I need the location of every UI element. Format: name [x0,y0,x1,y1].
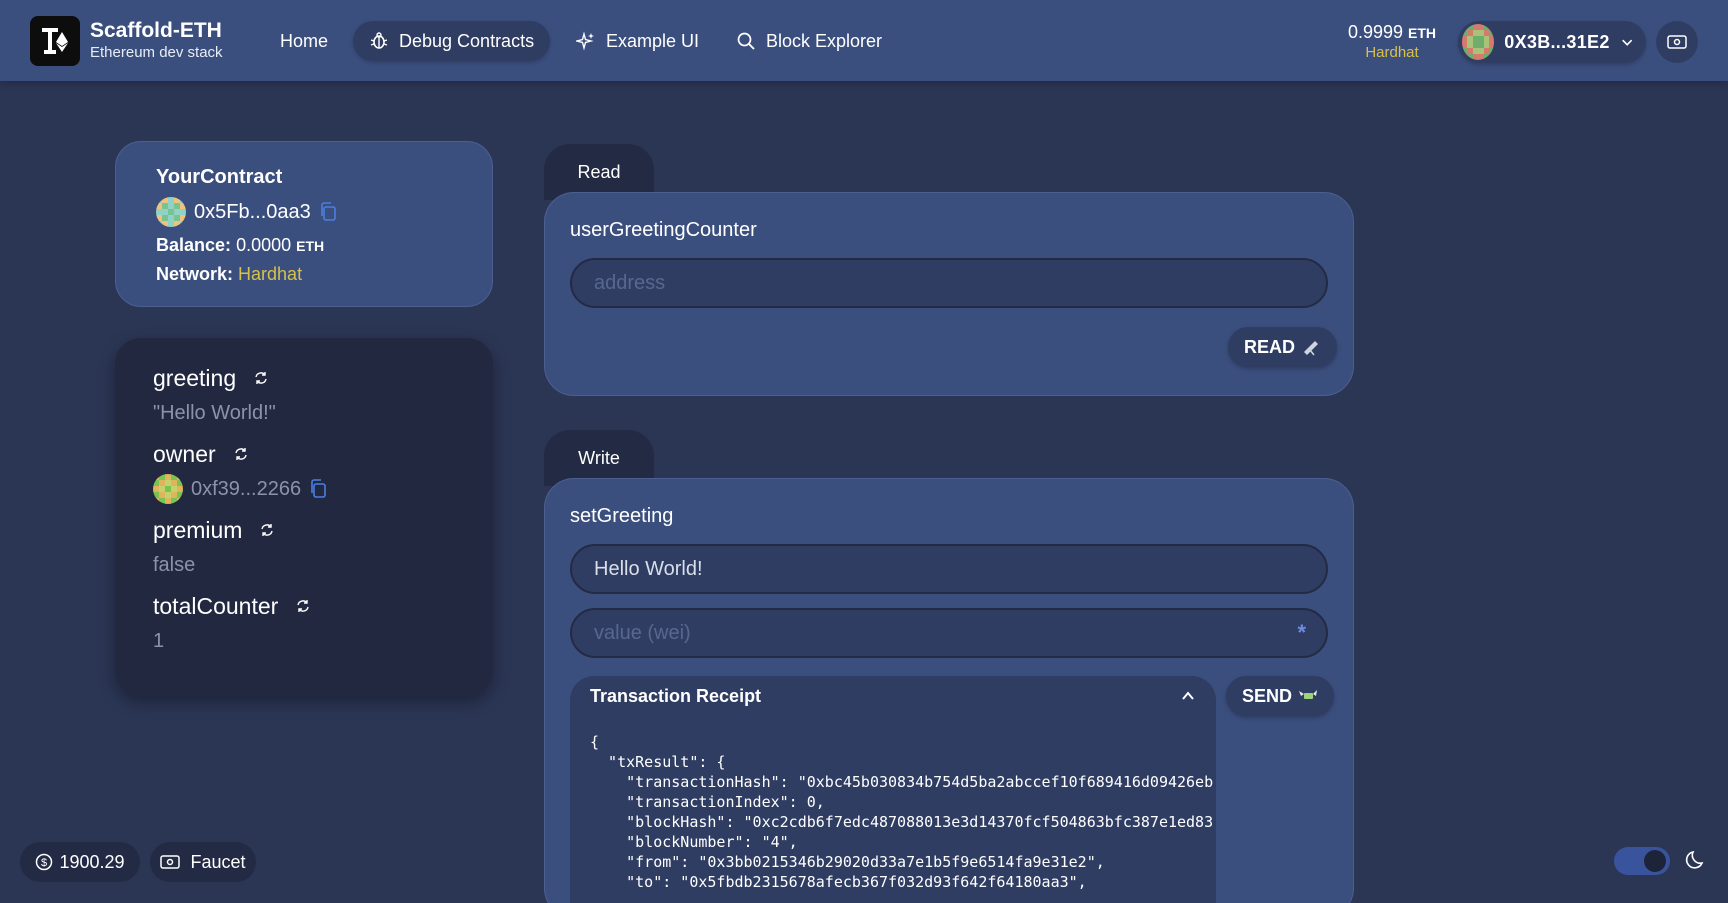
search-icon [737,32,755,50]
balance-unit: ETH [296,238,325,254]
wallet-balance-unit: ETH [1408,25,1437,41]
refresh-icon[interactable] [260,523,274,537]
wallet-network: Hardhat [1365,44,1419,61]
contract-info-card: YourContract 0x5Fb...0aa3 Balance: 0.000… [115,141,493,307]
receipt-line: "txResult": { [590,753,726,771]
banknote-icon [1667,35,1687,49]
value-wei-placeholder: value (wei) [594,621,691,644]
nav-debug-contracts[interactable]: Debug Contracts [353,21,551,61]
transaction-receipt-header[interactable]: Transaction Receipt [570,676,1216,716]
network-value: Hardhat [238,264,303,284]
receipt-line: "transactionHash": "0xbc45b030834b754d5b… [590,773,1214,791]
nav-explorer-label: Block Explorer [766,30,883,51]
variable-name: greeting [153,364,237,391]
faucet-label: Faucet [190,851,246,872]
nav-example-label: Example UI [606,30,700,51]
receipt-line: "to": "0x5fbdb2315678afecb367f032d93f642… [590,873,1087,891]
variable-value: false [153,553,196,576]
variable-total-counter: totalCounter 1 [153,590,455,656]
variable-premium: premium false [153,514,455,580]
burner-wallet-button[interactable] [1656,21,1698,63]
eth-price-badge[interactable]: $ 1900.29 [20,842,140,882]
receipt-line: { [590,733,600,751]
greeting-input-value: Hello World! [594,557,703,580]
send-button-label: SEND [1242,685,1293,706]
theme-toggle[interactable] [1614,847,1670,875]
refresh-icon[interactable] [234,447,248,461]
variable-value: 1 [153,629,165,652]
contract-name: YourContract [156,166,283,188]
account-dropdown-button[interactable]: 0X3B...31E2 [1458,21,1646,63]
receipt-line: "blockHash": "0xc2cdb6f7edc487088013e3d1… [590,813,1214,831]
owner-avatar [153,474,183,504]
account-avatar [1462,24,1495,60]
value-wei-input[interactable]: value (wei) * [570,608,1328,658]
read-button[interactable]: READ [1228,327,1338,367]
address-input-placeholder: address [594,271,666,294]
balance-label: Balance: [156,235,232,255]
refresh-icon[interactable] [254,371,268,385]
contract-network: Network: Hardhat [156,264,452,285]
variable-name: premium [153,516,243,543]
nav-debug-label: Debug Contracts [399,30,535,51]
read-button-label: READ [1244,336,1296,357]
write-function-name: setGreeting [570,505,674,527]
moon-icon [1685,850,1704,869]
read-function-name: userGreetingCounter [570,219,757,241]
variable-name: owner [153,440,216,467]
read-panel: userGreetingCounter address [544,192,1354,396]
top-navbar: Scaffold-ETH Ethereum dev stack Home Deb… [0,0,1728,81]
logo-icon [42,28,68,54]
banknote-icon [160,855,181,869]
brand-subtitle: Ethereum dev stack [90,44,223,61]
address-input[interactable]: address [570,258,1328,308]
copy-icon[interactable] [319,202,337,222]
receipt-title: Transaction Receipt [590,685,762,706]
variable-greeting: greeting "Hello World!" [153,362,455,428]
variable-owner: owner 0xf39...2266 [153,438,455,504]
wallet-balance-value: 0.9999 [1347,22,1404,42]
contract-balance: Balance: 0.0000 ETH [156,235,452,256]
svg-text:$: $ [41,857,47,869]
receipt-json: { "txResult": { "transactionHash": "0xbc… [570,716,1216,903]
bug-icon [370,32,388,49]
nav-home[interactable]: Home [264,21,344,61]
network-label: Network: [156,264,234,284]
wallet-balance: 0.9999 ETH Hardhat [1336,21,1448,62]
account-address: 0X3B...31E2 [1504,31,1610,52]
variable-value: "Hello World!" [153,401,276,424]
nav-example-ui[interactable]: Example UI [560,21,715,61]
money-wings-icon [1299,690,1318,699]
brand[interactable]: Scaffold-ETH Ethereum dev stack [90,19,223,63]
chevron-down-icon [1621,39,1632,46]
toggle-knob [1644,850,1666,872]
contract-avatar [156,197,186,227]
contract-address-row: 0x5Fb...0aa3 [156,197,452,227]
chevron-up-icon[interactable] [1180,688,1196,704]
eth-price: 1900.29 [59,851,125,872]
dollar-icon: $ [36,853,53,871]
refresh-icon[interactable] [296,599,310,613]
contract-address[interactable]: 0x5Fb...0aa3 [194,201,311,224]
faucet-button[interactable]: Faucet [150,842,256,882]
nav-home-label: Home [280,30,329,51]
send-button[interactable]: SEND [1226,676,1335,716]
variable-name: totalCounter [153,592,279,619]
asterisk-icon[interactable]: * [1297,620,1306,646]
sparkles-icon [576,31,594,51]
copy-icon[interactable] [309,479,327,499]
greeting-input[interactable]: Hello World! [570,544,1328,594]
brand-title: Scaffold-ETH [90,19,222,42]
contract-variables-card: greeting "Hello World!" owner 0xf39...22… [115,338,493,696]
nav-block-explorer[interactable]: Block Explorer [720,21,898,61]
receipt-line: "blockNumber": "4", [590,833,798,851]
transaction-receipt: Transaction Receipt { "txResult": { "tra… [570,676,1216,903]
receipt-line: "from": "0x3bb0215346b29020d33a7e1b5f9e6… [590,853,1105,871]
receipt-line: "transactionIndex": 0, [590,793,825,811]
variable-value[interactable]: 0xf39...2266 [191,478,301,501]
scaffold-eth-logo[interactable] [30,16,80,66]
telescope-icon [1304,341,1319,356]
balance-value: 0.0000 [236,235,292,255]
